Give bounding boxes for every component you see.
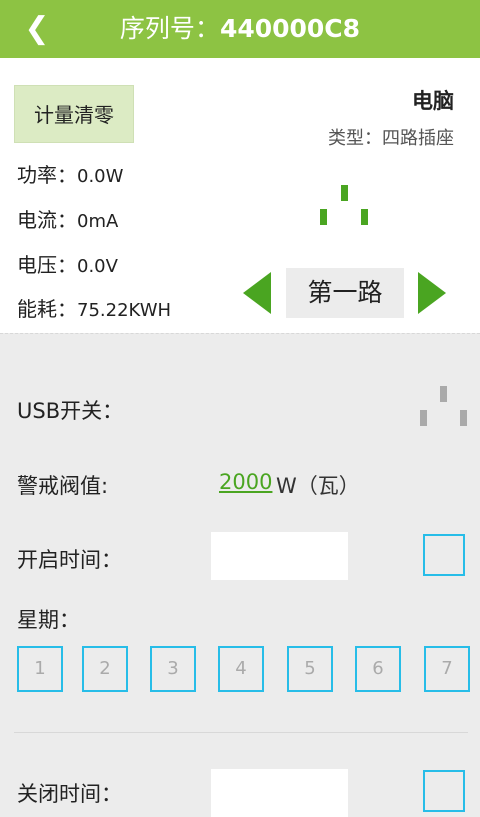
current-value: 0mA — [77, 211, 119, 232]
page-title: 序列号：440000C8 — [0, 13, 480, 45]
info-panel: 计量清零 电脑 类型：四路插座 功率：0.0W 电流：0mA 电压：0.0V 能… — [0, 58, 480, 333]
weekday-4-button[interactable]: 4 — [218, 646, 264, 692]
usb-switch-toggle-icon[interactable] — [420, 386, 468, 428]
off-time-input[interactable] — [211, 769, 348, 817]
on-time-input[interactable] — [211, 532, 348, 580]
energy-stat: 能耗：75.22KWH — [17, 293, 171, 322]
weekday-5-button[interactable]: 5 — [287, 646, 333, 692]
weekday-6-button[interactable]: 6 — [355, 646, 401, 692]
weekday-label: 星期： — [17, 608, 80, 632]
energy-label: 能耗： — [17, 297, 77, 321]
on-time-checkbox[interactable] — [423, 534, 465, 576]
voltage-value: 0.0V — [77, 256, 118, 277]
top-bar: ❮ 序列号：440000C8 — [0, 0, 480, 58]
channel-label: 第一路 — [286, 268, 404, 318]
on-time-label: 开启时间： — [17, 548, 122, 572]
divider — [14, 732, 468, 733]
threshold-unit: W（瓦） — [276, 474, 360, 498]
current-stat: 电流：0mA — [17, 204, 118, 233]
device-name: 电脑 — [412, 89, 454, 113]
serial-value: 440000C8 — [219, 14, 361, 43]
section-divider — [0, 333, 480, 334]
current-label: 电流： — [17, 208, 77, 232]
socket-status-icon — [320, 185, 370, 227]
prev-channel-arrow-icon[interactable] — [243, 272, 271, 314]
weekday-1-button[interactable]: 1 — [17, 646, 63, 692]
usb-switch-label: USB开关： — [17, 399, 124, 423]
voltage-stat: 电压：0.0V — [17, 249, 118, 278]
voltage-label: 电压： — [17, 253, 77, 277]
power-label: 功率： — [17, 163, 77, 187]
weekday-2-button[interactable]: 2 — [82, 646, 128, 692]
threshold-label: 警戒阀值: — [17, 474, 109, 498]
weekday-7-button[interactable]: 7 — [424, 646, 470, 692]
device-type: 类型：四路插座 — [328, 128, 454, 149]
energy-value: 75.22KWH — [77, 300, 172, 321]
power-stat: 功率：0.0W — [17, 159, 123, 188]
threshold-value-link[interactable]: 2000 — [219, 470, 272, 494]
power-value: 0.0W — [77, 166, 124, 187]
serial-label: 序列号： — [119, 14, 220, 43]
off-time-checkbox[interactable] — [423, 770, 465, 812]
weekday-3-button[interactable]: 3 — [150, 646, 196, 692]
reset-meter-button[interactable]: 计量清零 — [14, 85, 134, 143]
off-time-label: 关闭时间： — [17, 782, 122, 806]
next-channel-arrow-icon[interactable] — [418, 272, 446, 314]
